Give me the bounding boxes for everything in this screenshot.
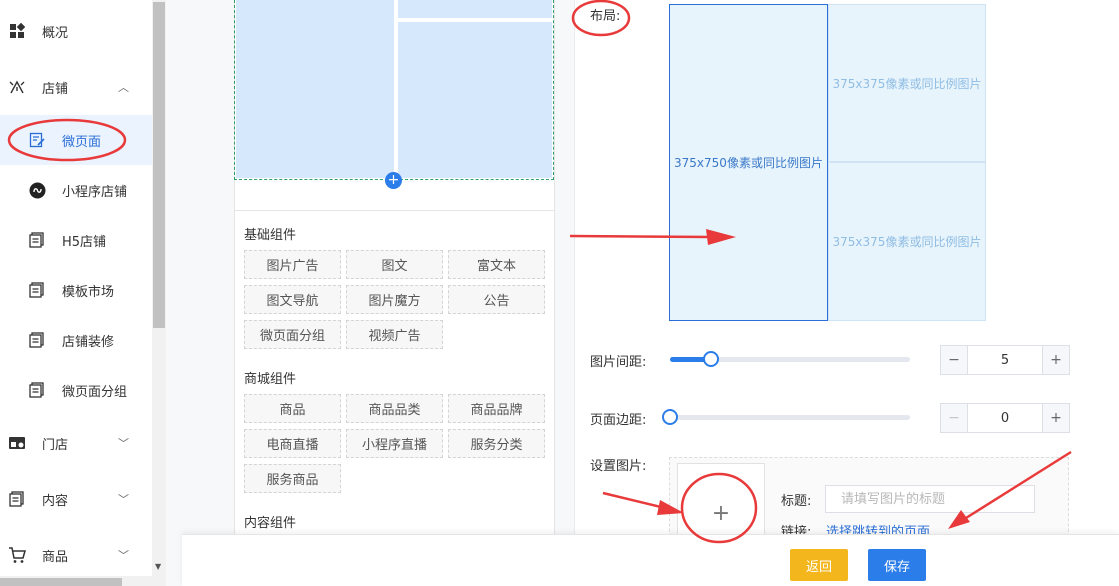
component-chip[interactable]: 微页面分组 xyxy=(244,320,341,349)
image-title-input[interactable] xyxy=(825,485,1035,513)
margin-label: 页面边距: xyxy=(590,413,647,428)
component-chip[interactable]: 图文 xyxy=(346,250,443,279)
sidebar-item-content[interactable]: 内容 ﹀ xyxy=(0,474,152,524)
sidebar-item-micro-page[interactable]: 微页面 xyxy=(0,115,152,165)
sidebar-item-label: 内容 xyxy=(42,493,69,509)
sidebar-item-label: 店铺 xyxy=(42,81,69,97)
sidebar-item-label: 小程序店铺 xyxy=(62,184,128,200)
component-chip[interactable]: 商品 xyxy=(244,394,341,423)
back-button[interactable]: 返回 xyxy=(790,549,848,581)
sidebar-item-overview[interactable]: 概况 xyxy=(0,6,152,56)
component-chip[interactable]: 图片魔方 xyxy=(346,285,443,314)
sidebar-scrollbar-thumb[interactable] xyxy=(153,2,165,328)
sidebar-item-label: 微页面 xyxy=(62,134,102,150)
sidebar-item-label: 店铺装修 xyxy=(62,334,115,350)
component-chip[interactable]: 公告 xyxy=(448,285,545,314)
spacing-value[interactable]: 5 xyxy=(969,346,1041,374)
sidebar-item-goods[interactable]: 商品 ﹀ xyxy=(0,530,152,580)
spacing-stepper[interactable]: − 5 + xyxy=(940,345,1070,375)
layout-cell-small-top[interactable]: 375x375像素或同比例图片 xyxy=(828,4,986,162)
title-label: 标题: xyxy=(781,494,812,509)
decrement-button[interactable]: − xyxy=(941,404,968,432)
chevron-up-icon: ︿ xyxy=(118,81,129,94)
chevron-down-icon: ﹀ xyxy=(118,437,129,450)
increment-button[interactable]: + xyxy=(1042,404,1069,432)
component-chip[interactable]: 图文导航 xyxy=(244,285,341,314)
margin-stepper[interactable]: − 0 + xyxy=(940,403,1070,433)
layout-cell-large[interactable]: 375x750像素或同比例图片 xyxy=(669,4,828,321)
document-icon xyxy=(28,231,46,249)
cart-icon xyxy=(8,546,26,564)
bottom-action-bar xyxy=(182,534,1119,586)
divider xyxy=(234,210,554,211)
component-chip[interactable]: 商品品类 xyxy=(346,394,443,423)
sidebar-item-label: 商品 xyxy=(42,549,69,565)
sidebar-item-label: 模板市场 xyxy=(62,284,115,300)
document-icon xyxy=(28,281,46,299)
app-root: 概况 店铺 ︿ 微页面 小程序店铺 H5店铺 模板市场 店铺装修 微页面分组 门… xyxy=(0,0,1119,586)
miniprogram-icon xyxy=(28,181,46,199)
plus-icon: + xyxy=(711,500,731,526)
sidebar-item-store[interactable]: 门店 ﹀ xyxy=(0,418,152,468)
shop-icon xyxy=(8,78,26,96)
sidebar-item-label: 微页面分组 xyxy=(62,384,128,400)
add-component-icon[interactable]: + xyxy=(385,172,402,189)
scroll-down-arrow-icon[interactable]: ▼ xyxy=(155,562,161,571)
document-icon xyxy=(28,381,46,399)
edit-page-icon xyxy=(28,131,46,149)
group-title-mall: 商城组件 xyxy=(244,372,297,387)
content-icon xyxy=(8,490,26,508)
document-icon xyxy=(28,331,46,349)
sidebar-item-label: 门店 xyxy=(42,437,69,453)
image-cube-selected-frame[interactable] xyxy=(234,0,554,180)
component-chip[interactable]: 图片广告 xyxy=(244,250,341,279)
margin-slider-track[interactable] xyxy=(670,415,910,420)
sidebar-item-miniprogram-shop[interactable]: 小程序店铺 xyxy=(0,165,152,215)
layout-label: 布局: xyxy=(590,9,621,24)
component-chip[interactable]: 服务商品 xyxy=(244,464,341,493)
chevron-down-icon: ﹀ xyxy=(118,549,129,562)
layout-cell-small-bottom[interactable]: 375x375像素或同比例图片 xyxy=(828,162,986,321)
component-chip[interactable]: 视频广告 xyxy=(346,320,443,349)
component-chip[interactable]: 商品品牌 xyxy=(448,394,545,423)
decrement-button[interactable]: − xyxy=(941,346,968,374)
sidebar-item-h5-shop[interactable]: H5店铺 xyxy=(0,215,152,265)
component-chip[interactable]: 服务分类 xyxy=(448,429,545,458)
spacing-label: 图片间距: xyxy=(590,355,647,370)
component-chip[interactable]: 小程序直播 xyxy=(346,429,443,458)
save-button[interactable]: 保存 xyxy=(868,549,926,581)
sidebar-item-label: H5店铺 xyxy=(62,234,107,250)
horizontal-scrollbar-thumb[interactable] xyxy=(0,578,122,586)
margin-value[interactable]: 0 xyxy=(969,404,1041,432)
sidebar-item-shop[interactable]: 店铺 ︿ xyxy=(0,62,152,112)
set-image-label: 设置图片: xyxy=(590,459,647,474)
dashboard-icon xyxy=(8,22,26,40)
sidebar-item-label: 概况 xyxy=(42,25,69,41)
sidebar-item-shop-decoration[interactable]: 店铺装修 xyxy=(0,315,152,365)
component-chip[interactable]: 电商直播 xyxy=(244,429,341,458)
margin-slider-handle[interactable] xyxy=(662,409,678,425)
sidebar: 概况 店铺 ︿ 微页面 小程序店铺 H5店铺 模板市场 店铺装修 微页面分组 门… xyxy=(0,0,152,586)
group-title-basic: 基础组件 xyxy=(244,228,297,243)
sidebar-item-page-group[interactable]: 微页面分组 xyxy=(0,365,152,415)
spacing-slider-handle[interactable] xyxy=(703,351,719,367)
increment-button[interactable]: + xyxy=(1042,346,1069,374)
store-icon xyxy=(8,434,26,452)
chevron-down-icon: ﹀ xyxy=(118,493,129,506)
group-title-content: 内容组件 xyxy=(244,516,297,531)
sidebar-item-template-market[interactable]: 模板市场 xyxy=(0,265,152,315)
component-chip[interactable]: 富文本 xyxy=(448,250,545,279)
